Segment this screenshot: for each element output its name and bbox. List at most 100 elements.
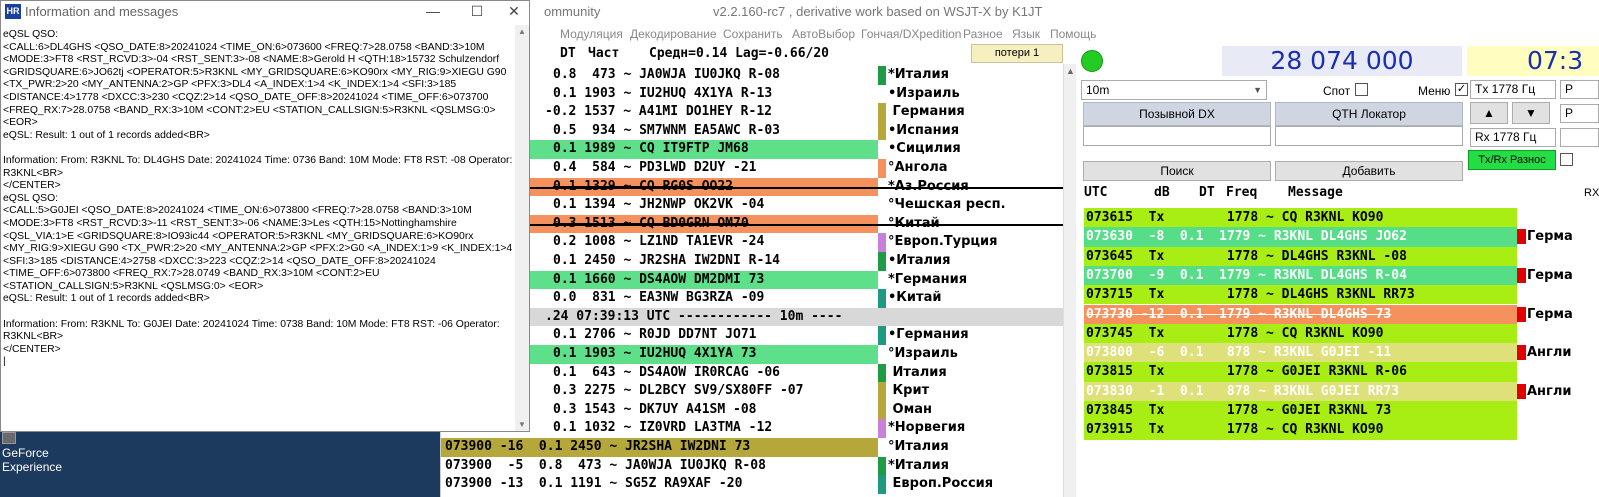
geforce-icon[interactable] — [2, 432, 16, 444]
info-log-line: <MODE:3>FT8 <RST_RCVD:3>-04 <RST_SENT:3>… — [3, 54, 500, 66]
band-activity-row[interactable]: 0.1 1903 ~ IU2HUQ 4X1YA 73 °Израиль — [441, 345, 1063, 364]
rx-list-row[interactable]: 073630 -8 0.1 1779 ~ R3KNL DL4GHS JO62 Ге… — [1084, 227, 1573, 247]
band-row-country: Италия — [888, 364, 947, 380]
close-icon[interactable]: ✕ — [499, 1, 529, 23]
maximize-icon[interactable]: ☐ — [455, 1, 499, 23]
side-checkbox[interactable] — [1560, 153, 1573, 166]
band-row-country: Германия — [888, 104, 965, 120]
dxcc-flag-marker — [878, 121, 886, 141]
band-activity-pane[interactable]: DT Част Средн=0.14 Lag=-0.66/20 потери 1… — [440, 44, 1077, 497]
main-title-version: v2.2.160-rc7 , derivative work based on … — [713, 4, 1043, 19]
rx-list-row[interactable]: 073615 Tx 1778 ~ CQ R3KNL KO90 — [1084, 208, 1517, 228]
add-button[interactable]: Добавить — [1275, 161, 1463, 181]
band-activity-row[interactable]: 0.1 1032 ~ IZ0VRD LA3TMA -12 *Норвегия — [441, 419, 1063, 438]
side-field-1[interactable]: P — [1560, 80, 1599, 99]
menu-checkbox[interactable]: ✓ — [1455, 83, 1468, 96]
menu-help[interactable]: Помощь — [1050, 27, 1096, 41]
band-row-message: .24 07:39:13 UTC ------------ 10m ---- — [441, 307, 1063, 327]
band-activity-row[interactable]: 0.8 473 ~ JA0WJA IU0JKQ R-08 *Италия — [441, 66, 1063, 85]
rx-row-country: Англи — [1527, 345, 1572, 361]
info-window-titlebar[interactable]: HR Information and messages — ☐ ✕ — [1, 1, 529, 23]
band-activity-row[interactable]: 0.1 2450 ~ JR2SHA IW2DNI R-14 •Италия — [441, 252, 1063, 271]
band-activity-row[interactable]: 0.3 1543 ~ DK7UY A41SM -08 Оман — [441, 400, 1063, 420]
rx-list-row[interactable]: 073700 -9 0.1 1779 ~ R3KNL DL4GHS R-04 Ге… — [1084, 265, 1573, 286]
geforce-label-2: Experience — [2, 460, 63, 474]
band-activity-row[interactable]: 0.3 1513 ~ CQ BD0GRN OM70°Китай — [441, 214, 1063, 234]
menu-autoselect[interactable]: АвтоВыбор — [792, 27, 855, 41]
band-activity-row[interactable]: -0.2 1537 ~ A41MI DO1HEY R-12 Германия — [441, 103, 1063, 122]
info-log-line: | — [3, 356, 6, 368]
info-log-line: eQSL QSO: — [3, 192, 59, 204]
info-log-text[interactable]: eQSL QSO: <CALL:6>DL4GHS <QSO_DATE:8>2024… — [3, 29, 515, 429]
dxcc-flag-marker — [878, 438, 886, 457]
band-activity-row[interactable]: 0.1 1394 ~ JH2NWP OK2VK -04 °Чешская респ… — [441, 196, 1063, 215]
scroll-down-icon[interactable]: ▼ — [518, 420, 526, 429]
band-select[interactable]: 10m ▼ — [1081, 80, 1267, 100]
band-row-country: Оман — [888, 401, 932, 417]
dxcc-flag-marker — [878, 475, 886, 494]
scroll-up-icon[interactable]: ▲ — [518, 27, 526, 36]
menu-decode[interactable]: Декодирование — [630, 27, 717, 41]
menu-save[interactable]: Сохранить — [723, 27, 783, 41]
rx-list-row[interactable]: 073645 Tx 1778 ~ DL4GHS R3KNL -08 — [1084, 246, 1517, 266]
rx-list-row[interactable]: 073715 Tx 1778 ~ DL4GHS R3KNL RR73 — [1084, 285, 1517, 305]
side-field-3[interactable] — [1560, 128, 1599, 147]
menu-modulation[interactable]: Модуляция — [560, 27, 623, 41]
info-log-line: <DISTANCE:4>1778 <DXCC:3>230 <CQZ:2>14 <… — [3, 91, 489, 103]
band-activity-row[interactable]: 0.1 1329 ~ CQ RG0S OO22*Аз.Россия — [441, 177, 1063, 197]
band-activity-scrollbar[interactable]: ▲ — [1063, 64, 1077, 497]
qth-locator-input[interactable] — [1275, 126, 1463, 146]
rx-list-row[interactable]: 073845 Tx 1778 ~ G0JEI R3KNL 73 — [1084, 401, 1517, 421]
band-row-country: •Сицилия — [888, 141, 961, 157]
band-activity-row[interactable]: 0.1 1989 ~ CQ IT9FTP JM68 •Сицилия — [441, 140, 1063, 159]
band-activity-row[interactable]: 0.5 934 ~ SM7WNM EA5AWC R-03 •Испания — [441, 121, 1063, 141]
band-activity-row[interactable]: 0.2 1008 ~ LZ1ND TA1EVR -24 °Европ.Турция — [441, 233, 1063, 252]
tx-frequency-spinbox[interactable]: Tx 1778 Гц — [1470, 80, 1556, 99]
spot-checkbox[interactable] — [1355, 83, 1368, 96]
menu-label: Меню — [1418, 84, 1451, 98]
rx-row-message: 073730 -12 0.1 1779 ~ R3KNL DL4GHS 73 — [1086, 306, 1392, 322]
arrow-up-button[interactable]: ▲ — [1470, 102, 1508, 124]
txrx-split-button[interactable]: Tx/Rx Разнос — [1468, 150, 1556, 170]
geforce-shortcut[interactable]: GeForce Experience — [2, 446, 62, 474]
menu-hound[interactable]: Гончая/DXpedition — [861, 27, 961, 41]
info-scrollbar[interactable]: ▲ ▼ — [515, 25, 529, 431]
band-activity-row[interactable]: 073900 -16 0.1 2450 ~ JR2SHA IW2DNI 73 °И… — [441, 438, 1063, 457]
side-field-2[interactable]: P — [1560, 104, 1599, 123]
menu-language[interactable]: Язык — [1012, 27, 1040, 41]
info-window[interactable]: HR Information and messages — ☐ ✕ eQSL Q… — [0, 0, 530, 432]
rx-frequency-spinbox[interactable]: Rx 1778 Гц — [1470, 128, 1556, 147]
band-activity-row[interactable]: 073900 -13 0.1 1191 ~ SG5Z RA9XAF -20 Ев… — [441, 475, 1063, 494]
band-activity-row[interactable]: 0.0 831 ~ EA3NW BG3RZA -09 •Китай — [441, 289, 1063, 308]
rx-list-row[interactable]: 073830 -1 0.1 878 ~ R3KNL G0JEI RR73 Англ… — [1084, 381, 1571, 401]
band-activity-row[interactable]: 0.4 584 ~ PD3LWD D2UY -21 °Ангола — [441, 159, 1063, 178]
rx-list-row[interactable]: 073815 Tx 1778 ~ G0JEI R3KNL R-06 — [1084, 362, 1517, 382]
band-activity-row[interactable]: 0.1 1903 ~ IU2HUQ 4X1YA R-13 •Израиль — [441, 85, 1063, 104]
utc-clock: 07:3 — [1467, 46, 1599, 76]
band-row-country: °Италия — [888, 439, 949, 454]
arrow-down-button[interactable]: ▼ — [1512, 102, 1550, 124]
dx-call-input[interactable] — [1083, 126, 1271, 146]
band-row-message: 073900 -13 0.1 1191 ~ SG5Z RA9XAF -20 — [445, 476, 743, 492]
band-activity-row[interactable]: 0.3 2275 ~ DL2BCY SV9/SX80FF -07 Крит — [441, 382, 1063, 401]
app-logo-icon: HR — [5, 4, 21, 19]
rx-header-dt: DT — [1199, 185, 1215, 200]
band-row-country: Европ.Россия — [888, 476, 994, 492]
rx-header-message: Message — [1288, 185, 1343, 200]
menu-misc[interactable]: Разное — [963, 27, 1003, 41]
rx-list-row[interactable]: 073745 Tx 1778 ~ CQ R3KNL KO90 — [1084, 323, 1517, 344]
info-log-line: <CALL:6>DL4GHS <QSO_DATE:8>20241024 <TIM… — [3, 41, 485, 53]
band-activity-row[interactable]: 0.1 2706 ~ R0JD DD7NT JO71 •Германия — [441, 326, 1063, 345]
rx-row-message: 073800 -6 0.1 878 ~ R3KNL G0JEI -11 — [1086, 345, 1392, 361]
info-log-line: <GRIDSQUARE:6>JO62tj <OPERATOR:5>R3KNL <… — [3, 66, 507, 78]
rx-list-row[interactable]: 073800 -6 0.1 878 ~ R3KNL G0JEI -11 Англи — [1084, 343, 1571, 363]
rx-list-row[interactable]: 073730 -12 0.1 1779 ~ R3KNL DL4GHS 73 Гер… — [1084, 304, 1573, 324]
band-activity-row[interactable]: 0.1 643 ~ DS4AOW IR0RCAG -06 Италия — [441, 363, 1063, 383]
search-button[interactable]: Поиск — [1083, 161, 1271, 181]
rx-list-row[interactable]: 073915 Tx 1778 ~ CQ R3KNL KO90 — [1084, 420, 1517, 440]
minimize-icon[interactable]: — — [411, 1, 455, 23]
scroll-up-icon[interactable]: ▲ — [1066, 66, 1075, 76]
band-activity-row[interactable]: 073900 -5 0.8 473 ~ JA0WJA IU0JKQ R-08 *И… — [441, 456, 1063, 476]
info-log-line: <QSL_VIA:1>E <GRIDSQUARE:8>IO93ic44 <OPE… — [3, 230, 474, 242]
band-activity-row[interactable]: 0.1 1660 ~ DS4AOW DM2DMI 73 *Германия — [441, 270, 1063, 290]
